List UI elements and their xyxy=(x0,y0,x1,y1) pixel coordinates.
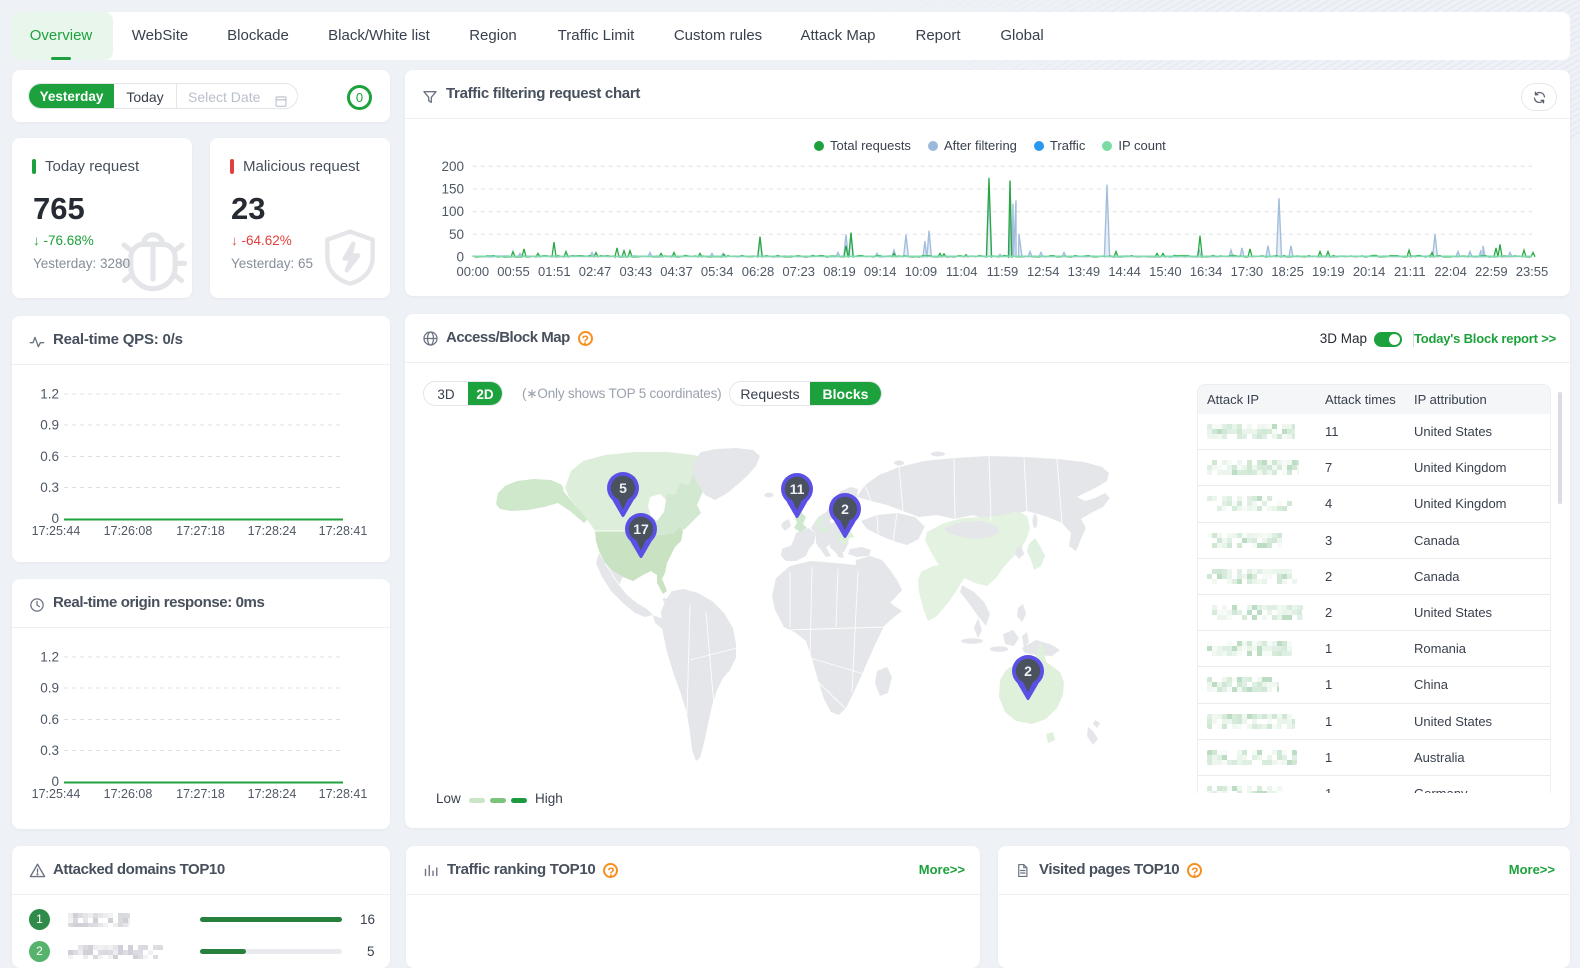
svg-text:0: 0 xyxy=(456,250,464,265)
svg-text:02:47: 02:47 xyxy=(579,264,612,279)
svg-text:17:28:41: 17:28:41 xyxy=(319,787,368,801)
svg-text:100: 100 xyxy=(441,204,464,219)
svg-text:22:04: 22:04 xyxy=(1434,264,1467,279)
svg-text:21:11: 21:11 xyxy=(1394,264,1426,279)
svg-text:00:55: 00:55 xyxy=(497,264,530,279)
svg-text:17:26:08: 17:26:08 xyxy=(104,524,153,538)
svg-text:10:09: 10:09 xyxy=(905,264,938,279)
svg-text:0.6: 0.6 xyxy=(40,449,59,464)
svg-text:0.3: 0.3 xyxy=(40,480,59,495)
svg-text:15:40: 15:40 xyxy=(1149,264,1182,279)
svg-text:17:25:44: 17:25:44 xyxy=(32,524,81,538)
svg-text:17:27:18: 17:27:18 xyxy=(176,524,225,538)
svg-text:04:37: 04:37 xyxy=(660,264,693,279)
svg-text:00:00: 00:00 xyxy=(457,264,490,279)
svg-text:0.3: 0.3 xyxy=(40,743,59,758)
svg-text:17:27:18: 17:27:18 xyxy=(176,787,225,801)
svg-text:50: 50 xyxy=(449,227,464,242)
svg-text:14:44: 14:44 xyxy=(1108,264,1141,279)
svg-text:200: 200 xyxy=(441,159,464,174)
svg-text:22:59: 22:59 xyxy=(1475,264,1508,279)
svg-text:0.9: 0.9 xyxy=(40,681,59,696)
svg-text:03:43: 03:43 xyxy=(620,264,653,279)
svg-text:17:28:41: 17:28:41 xyxy=(319,524,368,538)
svg-text:12:54: 12:54 xyxy=(1027,264,1060,279)
svg-text:23:55: 23:55 xyxy=(1516,264,1549,279)
svg-text:08:19: 08:19 xyxy=(823,264,856,279)
svg-text:17:30: 17:30 xyxy=(1231,264,1264,279)
svg-text:17:28:24: 17:28:24 xyxy=(248,787,297,801)
svg-text:11:04: 11:04 xyxy=(946,264,978,279)
svg-text:17: 17 xyxy=(633,521,649,537)
svg-text:01:51: 01:51 xyxy=(538,264,571,279)
svg-text:2: 2 xyxy=(841,501,849,517)
svg-text:17:28:24: 17:28:24 xyxy=(248,524,297,538)
svg-text:13:49: 13:49 xyxy=(1068,264,1101,279)
svg-text:09:14: 09:14 xyxy=(864,264,897,279)
svg-text:16:34: 16:34 xyxy=(1190,264,1223,279)
svg-text:05:34: 05:34 xyxy=(701,264,734,279)
svg-text:150: 150 xyxy=(441,182,464,197)
svg-text:19:19: 19:19 xyxy=(1312,264,1345,279)
svg-text:5: 5 xyxy=(619,480,627,496)
svg-text:2: 2 xyxy=(1024,663,1032,679)
svg-text:17:25:44: 17:25:44 xyxy=(32,787,81,801)
svg-text:1.2: 1.2 xyxy=(40,650,59,665)
svg-text:0.6: 0.6 xyxy=(40,712,59,727)
svg-text:11:59: 11:59 xyxy=(987,264,1019,279)
svg-text:18:25: 18:25 xyxy=(1271,264,1304,279)
svg-text:11: 11 xyxy=(790,481,805,497)
svg-text:20:14: 20:14 xyxy=(1353,264,1386,279)
svg-text:06:28: 06:28 xyxy=(742,264,775,279)
svg-text:1.2: 1.2 xyxy=(40,387,59,402)
svg-text:0.9: 0.9 xyxy=(40,418,59,433)
svg-text:07:23: 07:23 xyxy=(782,264,815,279)
svg-text:17:26:08: 17:26:08 xyxy=(104,787,153,801)
